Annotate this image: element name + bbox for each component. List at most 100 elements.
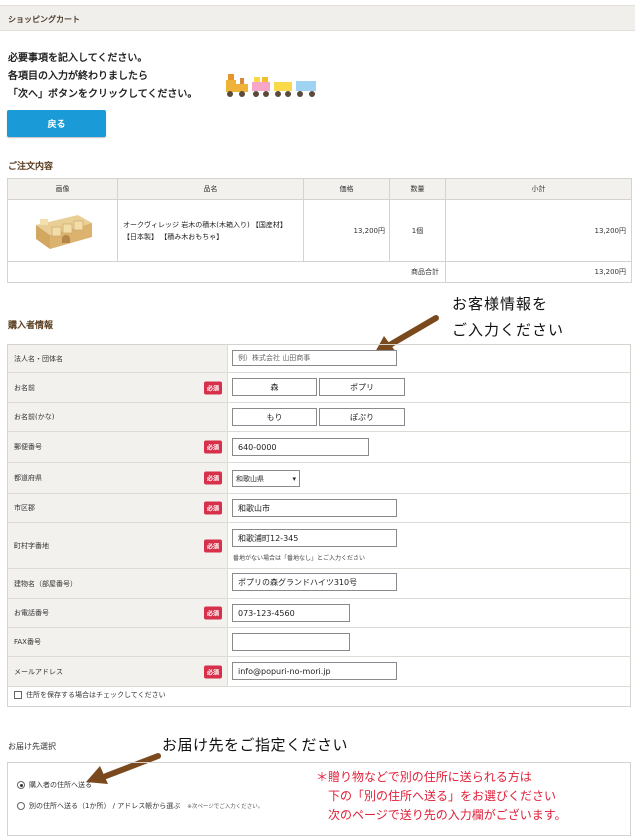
form-label-cell: お電話番号 必須: [8, 599, 228, 627]
table-row: オークヴィレッジ 岩木の積木(木箱入り) 【国産材】 【日本製】 【積み木おもち…: [7, 199, 632, 262]
gift-annotation-line-1: ＊贈り物などで別の住所に送られる方は: [316, 770, 532, 784]
gift-annotation: ＊贈り物などで別の住所に送られる方は 下の「別の住所へ送る」をお選びください 次…: [316, 768, 567, 825]
gift-annotation-line-2: 下の「別の住所へ送る」をお選びください: [328, 789, 557, 803]
form-label-cell: 市区郡 必須: [8, 494, 228, 522]
building-label: 建物名（部屋番号）: [14, 579, 77, 588]
company-input[interactable]: 例）株式会社 山田商事: [232, 350, 397, 366]
required-badge: 必須: [204, 501, 223, 515]
order-total-row: 商品合計 13,200円: [7, 261, 632, 283]
buyer-form: 法人名・団体名 例）株式会社 山田商事 お名前 必須 森 ポプリ お名前(かな) …: [7, 344, 631, 707]
delivery-option-other-note: ※次ページでご入力ください。: [187, 804, 264, 810]
required-badge: 必須: [204, 665, 223, 678]
save-address-option: 住所を保存する場合はチェックしてください: [14, 690, 166, 700]
chevron-down-icon: ▾: [292, 474, 296, 483]
product-name-cell: オークヴィレッジ 岩木の積木(木箱入り) 【国産材】 【日本製】 【積み木おもち…: [117, 199, 304, 262]
form-row-tel: お電話番号 必須 073-123-4560: [8, 599, 630, 628]
buyer-annotation-line-2: ご入力ください: [452, 321, 565, 339]
product-name-line-2: 【日本製】 【積み木おもちゃ】: [123, 232, 224, 241]
building-input[interactable]: ポプリの森グランドハイツ310号: [232, 573, 397, 591]
buyer-section-title: 購入者情報: [8, 321, 54, 331]
form-label-cell: 町村字番地 必須: [8, 523, 228, 568]
page-title: ショッピングカート: [8, 15, 80, 24]
order-total-value: 13,200円: [445, 261, 632, 283]
wooden-blocks-image: [35, 214, 92, 249]
zip-label: 郵便番号: [14, 443, 42, 451]
save-address-label: 住所を保存する場合はチェックしてください: [26, 691, 166, 699]
col-qty: 数量: [389, 178, 446, 200]
form-label-cell: 建物名（部屋番号）: [8, 569, 228, 598]
form-row-building: 建物名（部屋番号） ポプリの森グランドハイツ310号: [8, 569, 630, 599]
form-row-fax: FAX番号: [8, 628, 630, 657]
form-row-city: 市区郡 必須 和歌山市: [8, 494, 630, 523]
name-label: お名前: [14, 383, 35, 392]
back-button[interactable]: 戻る: [7, 110, 106, 137]
town-input[interactable]: 和歌浦町12-345: [232, 529, 397, 547]
form-row-town: 町村字番地 必須 和歌浦町12-345 番地がない場合は「番地なし」とご入力くださ…: [8, 523, 630, 569]
zip-input[interactable]: 640-0000: [232, 438, 369, 456]
town-label: 町村字番地: [14, 541, 49, 550]
town-note: 番地がない場合は「番地なし」とご入力ください: [233, 555, 366, 562]
fax-label: FAX番号: [14, 638, 41, 646]
first-name-input[interactable]: ポプリ: [319, 378, 405, 396]
email-input[interactable]: info@popuri-no-mori.jp: [232, 662, 397, 680]
intro-line-3: 「次へ」ボタンをクリックしてください。: [8, 89, 198, 100]
delivery-option-buyer-label: 購入者の住所へ送る: [29, 781, 92, 789]
delivery-option-buyer[interactable]: 購入者の住所へ送る: [17, 780, 92, 790]
order-table-header: 画像 品名 価格 数量 小計: [7, 178, 632, 200]
city-input[interactable]: 和歌山市: [232, 499, 397, 517]
delivery-annotation: お届け先をご指定ください: [162, 736, 349, 754]
cart-header-bar: ショッピングカート: [0, 5, 635, 31]
pref-label: 都道府県: [14, 474, 42, 482]
tel-input[interactable]: 073-123-4560: [232, 604, 350, 622]
product-subtotal: 13,200円: [445, 199, 632, 262]
pref-select-value: 和歌山県: [236, 474, 264, 483]
delivery-section-title: お届け先選択: [8, 742, 56, 751]
radio-buyer-address[interactable]: [17, 781, 25, 789]
toy-train-icon: [226, 74, 316, 97]
order-section-title: ご注文内容: [8, 162, 54, 172]
fax-input[interactable]: [232, 633, 350, 651]
buyer-annotation: お客様情報を ご入力ください: [452, 291, 564, 343]
product-price: 13,200円: [303, 199, 390, 262]
required-badge: 必須: [204, 606, 223, 620]
product-qty: 1個: [389, 199, 446, 262]
form-label-cell: メールアドレス 必須: [8, 657, 228, 686]
col-name: 品名: [117, 178, 304, 200]
form-row-pref: 都道府県 必須 和歌山県 ▾: [8, 463, 630, 494]
required-badge: 必須: [204, 381, 223, 394]
form-label-cell: お名前 必須: [8, 373, 228, 402]
intro-text: 必要事項を記入してください。 各項目の入力が終わりましたら 「次へ」ボタンをクリ…: [8, 50, 197, 104]
form-label-cell: 郵便番号 必須: [8, 432, 228, 462]
pref-select[interactable]: 和歌山県 ▾: [232, 470, 300, 487]
col-image: 画像: [7, 178, 118, 200]
form-label-cell: 法人名・団体名: [8, 345, 228, 372]
form-label-cell: FAX番号: [8, 628, 228, 656]
required-badge: 必須: [204, 539, 223, 552]
form-row-zip: 郵便番号 必須 640-0000: [8, 432, 630, 463]
form-row-kana: お名前(かな) もり ぽぷり: [8, 403, 630, 432]
form-row-company: 法人名・団体名 例）株式会社 山田商事: [8, 345, 630, 373]
product-name-line-1: オークヴィレッジ 岩木の積木(木箱入り) 【国産材】: [123, 220, 287, 229]
email-label: メールアドレス: [14, 667, 63, 676]
first-name-kana-input[interactable]: ぽぷり: [319, 408, 405, 426]
form-label-cell: 都道府県 必須: [8, 463, 228, 493]
form-row-name: お名前 必須 森 ポプリ: [8, 373, 630, 403]
form-label-cell: お名前(かな): [8, 403, 228, 431]
col-price: 価格: [303, 178, 390, 200]
company-label: 法人名・団体名: [14, 354, 63, 363]
product-image-cell: [7, 199, 118, 262]
intro-line-2: 各項目の入力が終わりましたら: [8, 71, 148, 82]
delivery-option-other[interactable]: 別の住所へ送る（1か所） / アドレス帳から選ぶ ※次ページでご入力ください。: [17, 801, 263, 811]
city-label: 市区郡: [14, 504, 35, 512]
last-name-kana-input[interactable]: もり: [232, 408, 317, 426]
intro-line-1: 必要事項を記入してください。: [8, 53, 148, 64]
form-row-email: メールアドレス 必須 info@popuri-no-mori.jp: [8, 657, 630, 687]
kana-label: お名前(かな): [14, 413, 55, 421]
col-subtotal: 小計: [445, 178, 632, 200]
tel-label: お電話番号: [14, 609, 49, 617]
delivery-option-other-label: 別の住所へ送る（1か所） / アドレス帳から選ぶ: [29, 802, 181, 810]
order-total-label: 商品合計: [7, 261, 446, 283]
save-address-checkbox[interactable]: [14, 691, 22, 699]
radio-other-address[interactable]: [17, 802, 25, 810]
last-name-input[interactable]: 森: [232, 378, 317, 396]
